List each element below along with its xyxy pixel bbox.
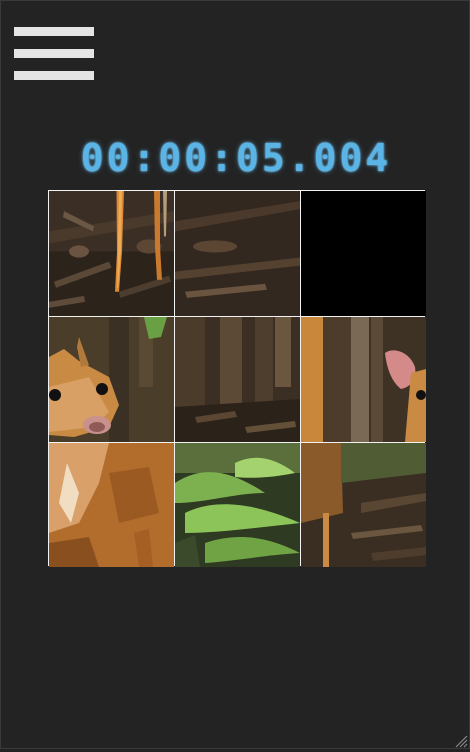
forest-floor-image <box>175 191 300 316</box>
puzzle-tile-9[interactable] <box>301 443 426 567</box>
puzzle-tile-4[interactable] <box>49 317 174 442</box>
puzzle-tile-5[interactable] <box>175 317 300 442</box>
green-leaves-image <box>175 443 300 567</box>
forest-trunks-image <box>175 317 300 442</box>
deer-chest-image <box>49 443 174 567</box>
puzzle-board <box>48 190 426 567</box>
elapsed-timer: 00:00:05.004 <box>80 136 392 180</box>
puzzle-tile-8[interactable] <box>175 443 300 567</box>
deer-face-image <box>49 317 174 442</box>
puzzle-tile-7[interactable] <box>49 443 174 567</box>
resize-grip-icon[interactable] <box>454 733 468 748</box>
puzzle-tile-6[interactable] <box>301 317 426 442</box>
menu-button[interactable] <box>14 27 94 81</box>
puzzle-tile-1[interactable] <box>49 191 174 316</box>
deer-legs-image <box>49 191 174 316</box>
deer-hind-leg-image <box>301 443 426 567</box>
puzzle-empty-slot[interactable] <box>301 191 426 316</box>
deer-ear-image <box>301 317 426 442</box>
puzzle-tile-2[interactable] <box>175 191 300 316</box>
